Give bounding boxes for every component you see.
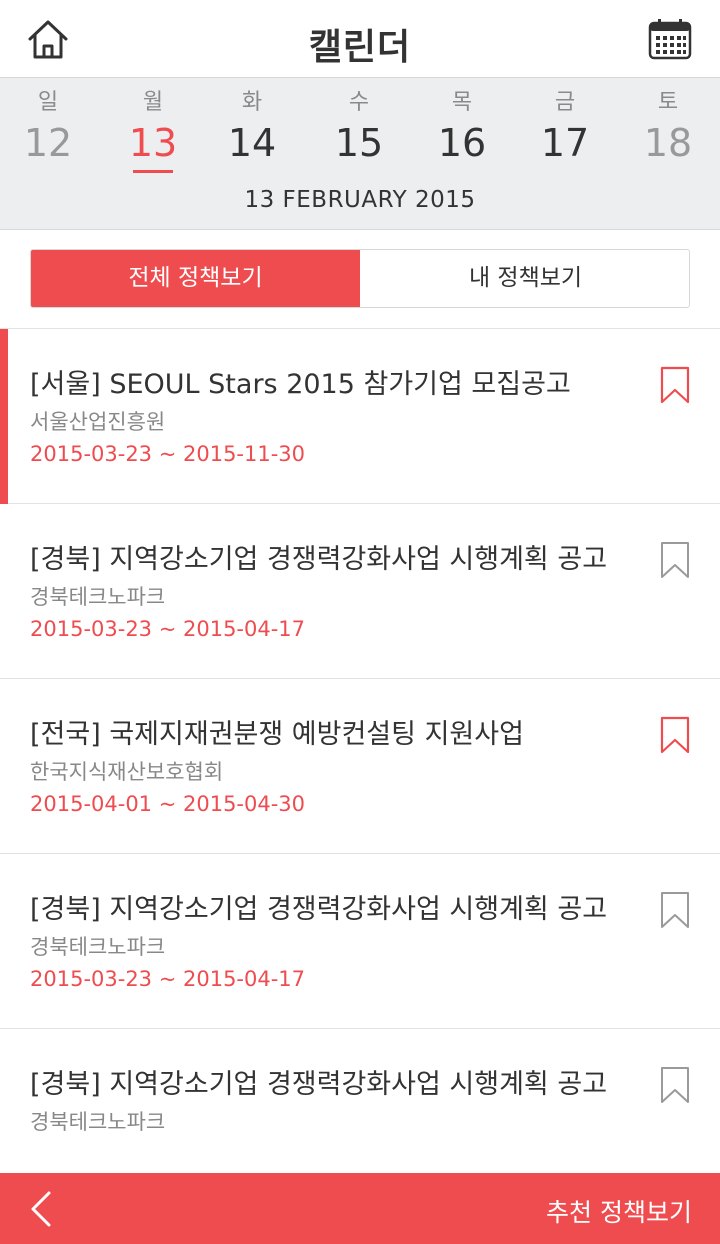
day-name: 화 bbox=[241, 90, 263, 115]
list-item[interactable]: [서울] SEOUL Stars 2015 참가기업 모집공고 서울산업진흥원 … bbox=[0, 329, 720, 504]
item-period: 2015-04-01 ~ 2015-04-30 bbox=[30, 792, 306, 816]
item-title: [서울] SEOUL Stars 2015 참가기업 모집공고 bbox=[30, 369, 571, 400]
item-title: [경북] 지역강소기업 경쟁력강화사업 시행계획 공고 bbox=[30, 544, 608, 575]
day-date: 12 bbox=[23, 121, 73, 165]
day-date: 13 bbox=[128, 121, 178, 165]
bookmark-icon[interactable] bbox=[660, 1066, 690, 1104]
bookmark-icon[interactable] bbox=[660, 366, 690, 404]
day-name: 월 bbox=[142, 90, 164, 115]
day-date: 16 bbox=[437, 121, 487, 165]
day-saturday[interactable]: 토 18 bbox=[616, 88, 720, 168]
day-date: 15 bbox=[334, 121, 384, 165]
item-organization: 서울산업진흥원 bbox=[30, 410, 166, 434]
day-name: 수 bbox=[348, 90, 370, 115]
item-title: [전국] 국제지재권분쟁 예방컨설팅 지원사업 bbox=[30, 719, 524, 750]
calendar-icon[interactable] bbox=[648, 18, 692, 60]
list-item[interactable]: [경북] 지역강소기업 경쟁력강화사업 시행계획 공고 경북테크노파크 2015… bbox=[0, 504, 720, 679]
bottom-bar: 추천 정책보기 bbox=[0, 1173, 720, 1244]
recommend-policies-button[interactable]: 추천 정책보기 bbox=[546, 1193, 692, 1229]
selected-day-underline bbox=[133, 170, 173, 173]
day-name: 목 bbox=[451, 90, 473, 115]
page-title: 캘린더 bbox=[308, 27, 412, 68]
day-date: 17 bbox=[540, 121, 590, 165]
day-thursday[interactable]: 목 16 bbox=[410, 88, 514, 168]
day-tuesday[interactable]: 화 14 bbox=[200, 88, 304, 168]
day-name: 토 bbox=[657, 90, 679, 115]
bookmark-icon[interactable] bbox=[660, 716, 690, 754]
item-period: 2015-03-23 ~ 2015-04-17 bbox=[30, 617, 306, 641]
item-organization: 한국지식재산보호협회 bbox=[30, 760, 224, 784]
day-friday[interactable]: 금 17 bbox=[513, 88, 617, 168]
item-title: [경북] 지역강소기업 경쟁력강화사업 시행계획 공고 bbox=[30, 1069, 608, 1100]
bookmark-icon[interactable] bbox=[660, 891, 690, 929]
chevron-left-icon[interactable] bbox=[28, 1190, 54, 1228]
item-period: 2015-03-23 ~ 2015-11-30 bbox=[30, 442, 306, 466]
item-title: [경북] 지역강소기업 경쟁력강화사업 시행계획 공고 bbox=[30, 894, 608, 925]
selected-indicator bbox=[0, 329, 8, 504]
view-toggle: 전체 정책보기 내 정책보기 bbox=[30, 249, 690, 308]
item-organization: 경북테크노파크 bbox=[30, 935, 166, 959]
bookmark-icon[interactable] bbox=[660, 541, 690, 579]
current-date-label: 13 FEBRUARY 2015 bbox=[244, 187, 476, 213]
item-period: 2015-03-23 ~ 2015-04-17 bbox=[30, 967, 306, 991]
day-date: 18 bbox=[643, 121, 693, 165]
tab-all-policies[interactable]: 전체 정책보기 bbox=[31, 250, 360, 307]
item-organization: 경북테크노파크 bbox=[30, 1110, 166, 1134]
list-item[interactable]: [전국] 국제지재권분쟁 예방컨설팅 지원사업 한국지식재산보호협회 2015-… bbox=[0, 679, 720, 854]
day-wednesday[interactable]: 수 15 bbox=[307, 88, 411, 168]
day-name: 금 bbox=[554, 90, 576, 115]
item-organization: 경북테크노파크 bbox=[30, 585, 166, 609]
tab-my-policies[interactable]: 내 정책보기 bbox=[361, 250, 689, 307]
day-date: 14 bbox=[227, 121, 277, 165]
day-name: 일 bbox=[37, 90, 59, 115]
day-sunday[interactable]: 일 12 bbox=[0, 88, 100, 168]
list-item[interactable]: [경북] 지역강소기업 경쟁력강화사업 시행계획 공고 경북테크노파크 2015… bbox=[0, 854, 720, 1029]
day-monday[interactable]: 월 13 bbox=[101, 88, 205, 173]
app-header: 캘린더 bbox=[0, 0, 720, 78]
week-strip: 일 12 월 13 화 14 수 15 목 16 금 17 토 18 13 FE… bbox=[0, 78, 720, 230]
